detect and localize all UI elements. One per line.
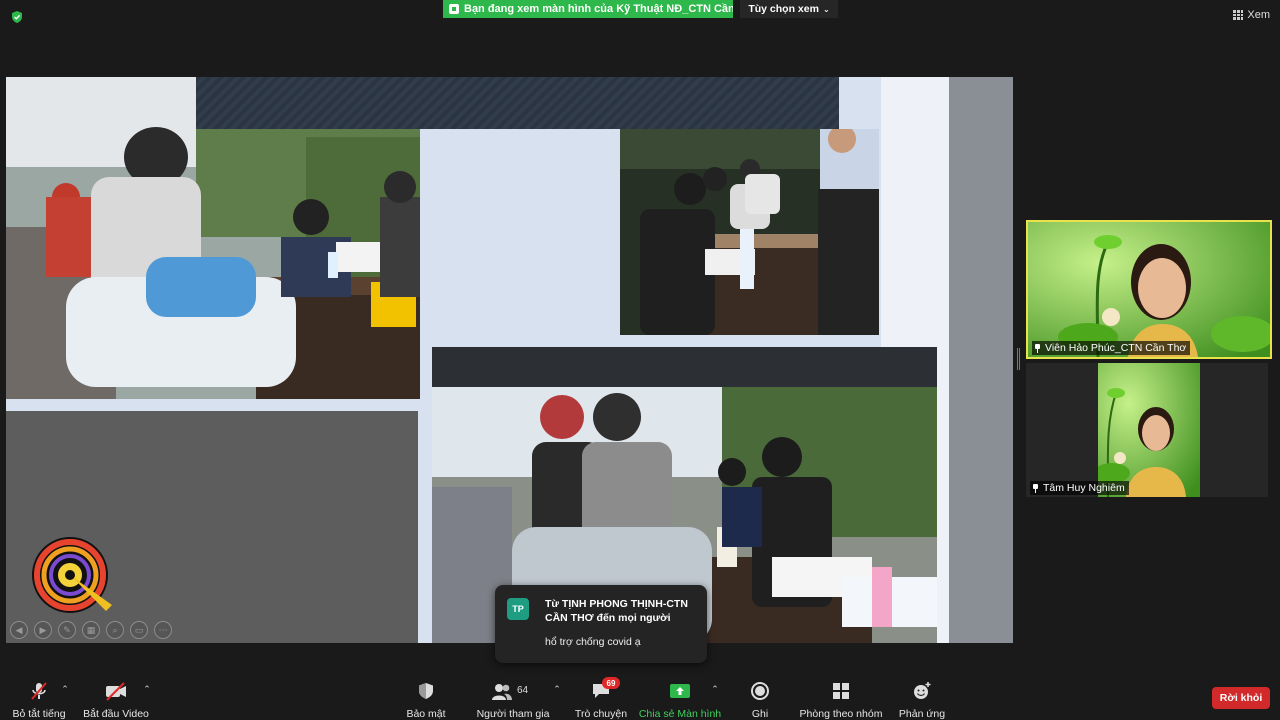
participant-name: Viên Hảo Phúc_CTN Cần Thơ	[1045, 342, 1187, 354]
participants-count: 64	[517, 685, 529, 696]
start-video-button[interactable]: Bắt đầu Video	[82, 672, 150, 720]
zoom-meeting-window: Bạn đang xem màn hình của Kỹ Thuật NĐ_CT…	[0, 0, 1280, 720]
chat-sender-avatar: TP	[507, 598, 529, 620]
slides-icon[interactable]: ▦	[82, 621, 100, 639]
share-screen-button[interactable]: Chia sẻ Màn hình	[638, 672, 722, 720]
presenter-logo	[32, 537, 112, 613]
video-off-icon	[106, 682, 126, 701]
participant-name-tag: Viên Hảo Phúc_CTN Cần Thơ	[1032, 341, 1191, 355]
participant-video	[1028, 222, 1270, 357]
start-video-label: Bắt đầu Video	[83, 708, 149, 720]
participant-video	[1098, 363, 1200, 497]
mute-label: Bỏ tắt tiếng	[12, 708, 66, 720]
zoom-icon[interactable]: ⌕	[106, 621, 124, 639]
shared-screen: ◀ ▶ ✎ ▦ ⌕ ▭ ⋯	[6, 77, 1013, 643]
record-icon	[751, 682, 769, 700]
breakout-rooms-label: Phòng theo nhóm	[799, 708, 883, 720]
participant-name-tag: Tâm Huy Nghiêm	[1030, 481, 1129, 495]
chat-unread-badge: 69	[602, 677, 620, 689]
view-label: Xem	[1247, 9, 1270, 21]
video-options-chevron-icon[interactable]: ⌃	[142, 684, 152, 694]
leave-meeting-button[interactable]: Rời khỏi	[1212, 687, 1270, 709]
reaction-smile-icon	[914, 682, 931, 699]
share-screen-label: Chia sẻ Màn hình	[638, 708, 722, 720]
security-button[interactable]: Bảo mật	[400, 672, 452, 720]
grid-icon	[1233, 10, 1244, 20]
record-label: Ghi	[751, 708, 769, 720]
participant-tile-active-speaker[interactable]: Viên Hảo Phúc_CTN Cần Thơ	[1026, 220, 1272, 359]
pin-icon	[1034, 343, 1041, 353]
subtitles-icon[interactable]: ▭	[130, 621, 148, 639]
audio-options-chevron-icon[interactable]: ⌃	[60, 684, 70, 694]
participants-options-chevron-icon[interactable]: ⌃	[552, 684, 562, 694]
chat-label: Trò chuyện	[574, 708, 628, 720]
pin-icon	[1032, 483, 1039, 493]
view-button[interactable]: Xem	[1233, 6, 1270, 24]
security-shield-icon	[419, 683, 433, 699]
microphone-muted-icon	[31, 682, 47, 700]
slide-title-banner	[196, 77, 839, 129]
chat-button[interactable]: 69 Trò chuyện	[572, 672, 630, 720]
slide-grey-strip	[949, 77, 1013, 643]
chat-sender: Từ TỊNH PHONG THỊNH-CTN CẦN THƠ đến mọi …	[545, 598, 688, 624]
breakout-rooms-icon	[833, 683, 849, 699]
chevron-down-icon: ⌄	[822, 4, 830, 14]
reactions-button[interactable]: Phản ứng	[896, 672, 948, 720]
slide-prev-icon[interactable]: ◀	[10, 621, 28, 639]
participants-button[interactable]: 64 Người tham gia	[474, 672, 552, 720]
view-options-button[interactable]: Tùy chọn xem ⌄	[740, 0, 838, 18]
shield-icon[interactable]	[10, 10, 24, 24]
share-status-icon	[449, 4, 459, 14]
participant-name: Tâm Huy Nghiêm	[1043, 482, 1125, 494]
breakout-rooms-button[interactable]: Phòng theo nhóm	[796, 672, 886, 720]
screen-share-banner: Bạn đang xem màn hình của Kỹ Thuật NĐ_CT…	[443, 0, 733, 18]
share-banner-text: Bạn đang xem màn hình của Kỹ Thuật NĐ_CT…	[464, 3, 733, 15]
slide-photo-registration	[620, 129, 879, 335]
more-icon[interactable]: ⋯	[154, 621, 172, 639]
pen-icon[interactable]: ✎	[58, 621, 76, 639]
security-label: Bảo mật	[406, 708, 446, 720]
chat-message: hổ trợ chống covid ạ	[545, 636, 641, 648]
share-options-chevron-icon[interactable]: ⌃	[710, 684, 720, 694]
share-screen-arrow-icon	[670, 684, 690, 698]
mute-button[interactable]: Bỏ tắt tiếng	[8, 672, 70, 720]
reactions-label: Phản ứng	[898, 708, 946, 720]
participant-tile[interactable]: Tâm Huy Nghiêm	[1026, 363, 1268, 497]
slide-controls: ◀ ▶ ✎ ▦ ⌕ ▭ ⋯	[10, 621, 172, 639]
slide-next-icon[interactable]: ▶	[34, 621, 52, 639]
record-button[interactable]: Ghi	[740, 672, 780, 720]
chat-notification-popup[interactable]: TP Từ TỊNH PHONG THỊNH-CTN CẦN THƠ đến m…	[495, 585, 707, 663]
participants-label: Người tham gia	[476, 708, 550, 720]
view-options-label: Tùy chọn xem	[748, 3, 819, 15]
meeting-toolbar: Bỏ tắt tiếng ⌃ Bắt đầu Video ⌃ Bảo mật 6…	[0, 672, 1280, 720]
participants-icon	[492, 684, 512, 700]
panel-splitter-handle[interactable]	[1017, 348, 1020, 370]
